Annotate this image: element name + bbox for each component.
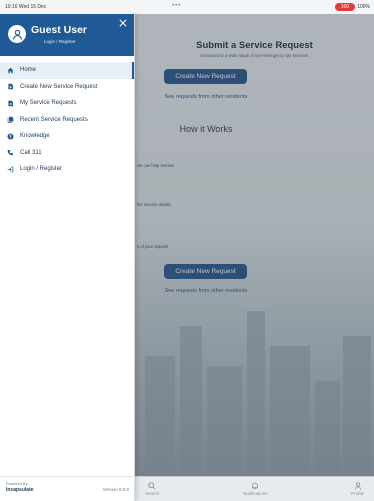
- menu-item-my-requests[interactable]: My Service Requests: [0, 95, 134, 112]
- menu-item-label: Call 311: [20, 149, 42, 156]
- menu-item-label: My Service Requests: [20, 100, 77, 107]
- drawer-backdrop[interactable]: [135, 14, 374, 501]
- tab-profile[interactable]: Profile: [351, 482, 364, 496]
- menu-item-login-register[interactable]: Login / Register: [0, 161, 134, 178]
- docs-icon: [7, 116, 14, 124]
- bell-icon: [252, 482, 259, 490]
- multitask-dots: •••: [172, 3, 182, 9]
- status-time: 10:16 Wed 15 Dec: [5, 4, 47, 10]
- battery-text: 100%: [357, 4, 370, 10]
- phone-icon: [7, 150, 13, 156]
- menu-item-call-311[interactable]: Call 311: [0, 145, 134, 162]
- doc-icon: [8, 100, 13, 107]
- person-icon: [354, 482, 361, 490]
- user-name: Guest User: [31, 24, 88, 36]
- login-register-link[interactable]: Login / Register: [44, 39, 76, 44]
- menu-item-knowledge[interactable]: ? Knowledge: [0, 128, 134, 145]
- battery-pill: 100: [334, 3, 356, 11]
- tab-search-label: Search: [145, 491, 160, 496]
- battery-indicator: 100 100%: [334, 3, 370, 11]
- user-icon: [12, 29, 22, 40]
- search-icon: [148, 482, 156, 490]
- menu-item-create-request[interactable]: Create New Service Request: [0, 79, 134, 96]
- tab-search[interactable]: Search: [145, 482, 159, 496]
- powered-by-label: Powered By: [6, 481, 28, 486]
- drawer-footer: Powered By Incapsulate Version 8.0.0: [0, 476, 135, 501]
- new-doc-icon: [8, 83, 13, 90]
- login-icon: [7, 166, 14, 173]
- menu-item-label: Recent Service Requests: [20, 116, 88, 123]
- menu-item-label: Create New Service Request: [20, 83, 98, 90]
- svg-text:?: ?: [9, 134, 12, 140]
- side-drawer: Guest User Login / Register Home Create …: [0, 14, 135, 501]
- close-icon[interactable]: [119, 19, 127, 27]
- menu-item-label: Login / Register: [20, 166, 63, 173]
- menu-item-label: Knowledge: [20, 133, 50, 140]
- menu-item-label: Home: [20, 67, 37, 74]
- menu-item-home[interactable]: Home: [0, 62, 134, 79]
- home-icon: [7, 67, 14, 74]
- avatar[interactable]: [8, 25, 26, 43]
- drawer-menu: Home Create New Service Request My Servi…: [0, 62, 134, 178]
- tab-notifications[interactable]: Notifications: [243, 482, 268, 496]
- app-version: Version 8.0.0: [102, 487, 129, 492]
- help-icon: ?: [7, 133, 14, 140]
- menu-item-recent-requests[interactable]: Recent Service Requests: [0, 112, 134, 129]
- tab-profile-label: Profile: [351, 491, 364, 496]
- bottom-tab-bar: Search Notifications Profile: [135, 476, 374, 501]
- status-bar: 10:16 Wed 15 Dec ••• 100 100%: [0, 0, 374, 14]
- tab-notifications-label: Notifications: [242, 491, 268, 496]
- drawer-header: Guest User Login / Register: [0, 14, 134, 56]
